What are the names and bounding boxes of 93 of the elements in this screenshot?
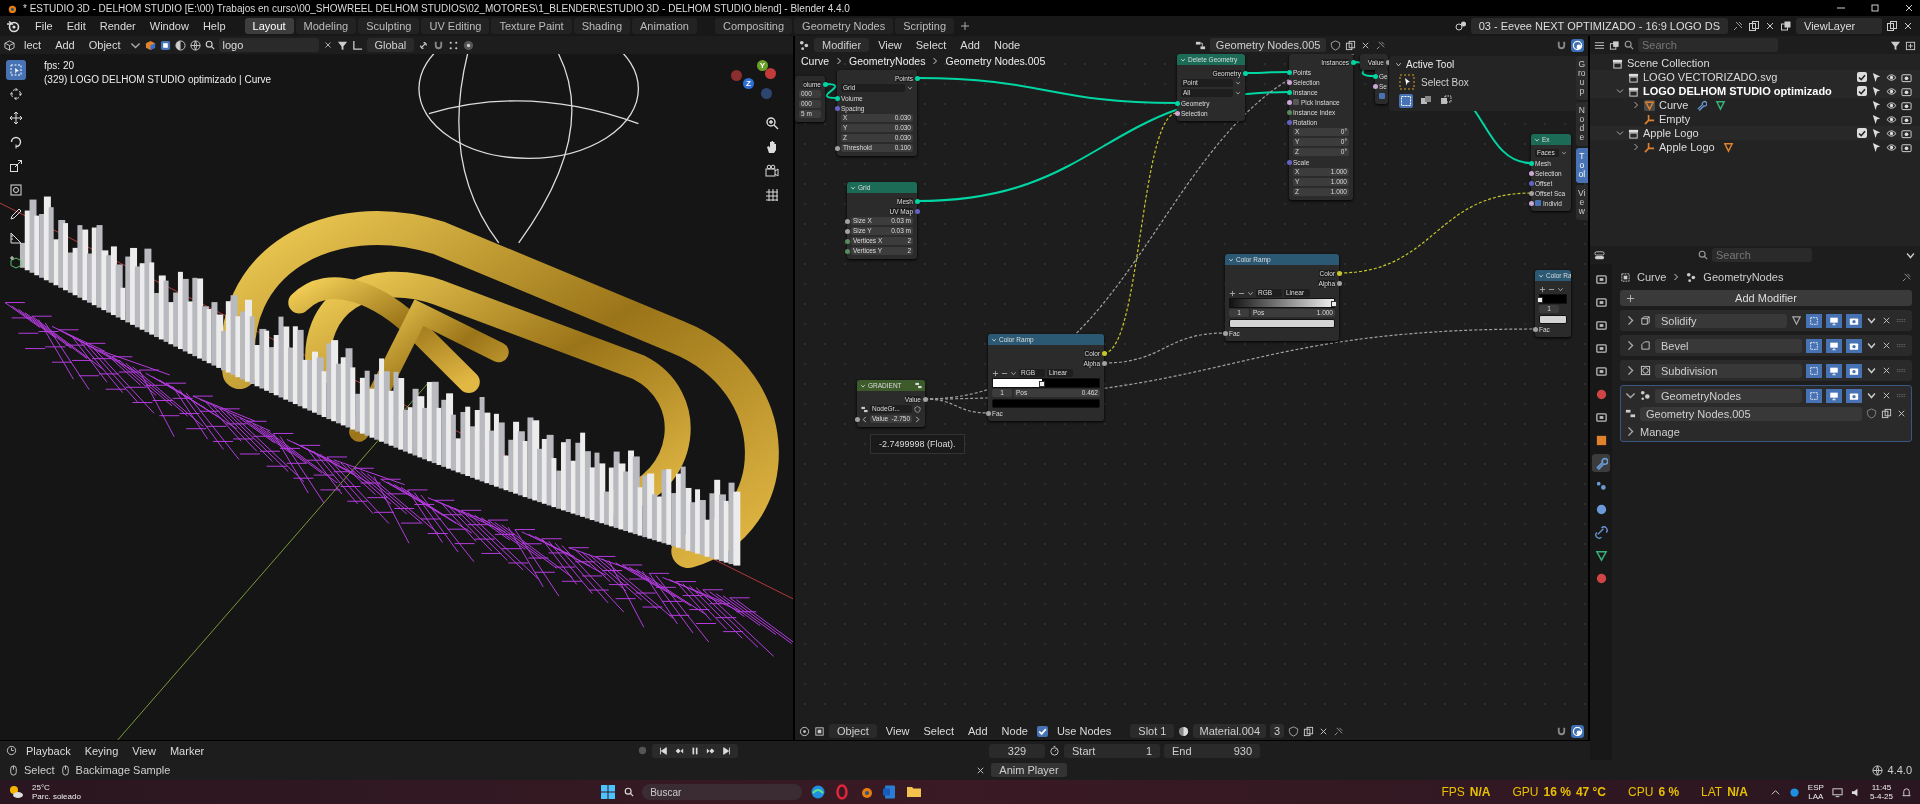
breadcrumb-item[interactable]: Geometry Nodes.005 <box>945 55 1046 67</box>
outliner-item-label[interactable]: Apple Logo <box>1659 141 1715 153</box>
clock-time[interactable]: 11:45 <box>1871 783 1892 792</box>
job-progress-label[interactable]: Anim Player <box>991 763 1067 777</box>
workspace-tab[interactable]: Modeling <box>295 18 357 34</box>
stat-label: GPU <box>1512 785 1539 799</box>
modifier-name-field[interactable]: Subdivision <box>1655 363 1802 378</box>
version-label: 4.4.0 <box>1887 764 1912 776</box>
menu-item[interactable]: Select <box>918 724 960 738</box>
search-field[interactable]: Search <box>1638 38 1778 52</box>
scene-field[interactable]: 03 - Eevee NEXT OPTIMIZADO - 16:9 LOGO DS <box>1470 18 1728 34</box>
menu-item[interactable]: lect <box>19 38 47 52</box>
weather-summary[interactable]: Parc. soleado <box>32 792 81 801</box>
outliner-item-label[interactable]: Apple Logo <box>1643 127 1699 139</box>
modifier-name-field[interactable]: Bevel <box>1655 338 1802 353</box>
node-tree-field[interactable]: Geometry Nodes.005 <box>1209 38 1327 52</box>
status-hint: Select <box>24 764 55 776</box>
breadcrumb-item[interactable]: Curve <box>801 55 829 67</box>
axis-label[interactable]: Z <box>743 78 754 89</box>
input-language[interactable]: ESP <box>1807 783 1824 792</box>
menu-item[interactable]: View <box>127 743 161 758</box>
node-tree-field[interactable]: Geometry Nodes.005 <box>1640 406 1862 421</box>
start-frame-field[interactable]: Start 1 <box>1064 743 1160 758</box>
outliner-item-label[interactable]: Scene Collection <box>1627 57 1710 69</box>
breadcrumb-item: Curve <box>1637 271 1667 283</box>
object-type-dropdown[interactable]: Object <box>829 724 877 738</box>
sidebar-tab[interactable]: View <box>1575 185 1588 220</box>
panel-title[interactable]: Active Tool <box>1406 59 1455 70</box>
temperature[interactable]: 25°C <box>32 783 81 792</box>
clock-date[interactable]: 5-4-25 <box>1869 792 1893 801</box>
outliner-item-label[interactable]: Empty <box>1659 113 1691 125</box>
object-info: (329) LOGO DELHOM STUDIO optimizado | Curve <box>44 74 272 85</box>
end-frame-field[interactable]: End 930 <box>1164 743 1260 758</box>
menu-item[interactable]: View <box>873 38 907 52</box>
stat-label: LAT <box>1701 785 1723 799</box>
modifier-name-field[interactable]: Solidify <box>1655 313 1787 328</box>
menu-item[interactable]: Node <box>988 38 1026 52</box>
menu-item[interactable]: Add <box>955 38 985 52</box>
user-count[interactable]: 3 <box>1270 724 1285 738</box>
search-field[interactable]: logo <box>218 38 319 52</box>
tool-name: Select Box <box>1421 76 1469 88</box>
workspace-tab[interactable]: Scripting <box>895 18 955 34</box>
menu-item[interactable]: Add <box>50 38 80 52</box>
stat-value: 6 % <box>1658 785 1680 799</box>
sidebar-tab[interactable]: Tool <box>1575 148 1588 183</box>
menu-item[interactable]: Playback <box>21 743 76 758</box>
menu-item[interactable]: Object <box>83 38 126 52</box>
fps-readout: fps: 20 <box>44 60 76 71</box>
current-frame-field[interactable]: 329 <box>989 743 1045 758</box>
menu-item[interactable]: Window <box>144 19 194 33</box>
slot-dropdown[interactable]: Slot 1 <box>1130 724 1175 738</box>
status-hint: Backimage Sample <box>75 764 171 776</box>
taskbar-search-field[interactable]: Buscar <box>642 784 803 800</box>
workspace-tab[interactable]: Compositing <box>714 18 793 34</box>
stat-value: N/A <box>1727 785 1748 799</box>
menu-item[interactable]: Select <box>910 38 952 52</box>
workspace-tab[interactable]: UV Editing <box>421 18 490 34</box>
outliner-item-label[interactable]: Curve <box>1659 99 1689 111</box>
menu-item[interactable]: Render <box>94 19 141 33</box>
workspace-tab[interactable]: Shading <box>573 18 631 34</box>
workspace-tab[interactable]: Layout <box>244 18 294 34</box>
stat-value: 16 % <box>1543 785 1571 799</box>
checkbox-label[interactable]: Use Nodes <box>1051 724 1117 738</box>
orientation-dropdown[interactable]: Global <box>366 38 415 52</box>
workspace-tab[interactable]: Sculpting <box>358 18 420 34</box>
menu-item[interactable]: View <box>880 724 915 738</box>
window-title: * ESTUDIO 3D - DELHOM STUDIO [E:\00) Trabajos en curso\00_SHOWREEL DELHOM STUDIOS\02_MOTORES\1_BLENDER\ESTUDIO 3D - DELHOM STUDIO.blend] - Blender 4.4.0 <box>23 2 850 14</box>
breadcrumb-item: GeometryNodes <box>1703 271 1784 283</box>
tooltip: -2.7499998 (Float). <box>870 434 965 454</box>
material-field[interactable]: Material.004 <box>1193 724 1266 738</box>
sidebar-tab[interactable]: Node <box>1575 102 1588 146</box>
stat-label: FPS <box>1441 785 1465 799</box>
menu-item[interactable]: Add <box>963 724 993 738</box>
menu-item[interactable]: Keying <box>79 743 124 758</box>
stat-value: 47 °C <box>1575 785 1607 799</box>
keyboard-layout[interactable]: LAA <box>1808 792 1824 801</box>
stat-label: CPU <box>1628 785 1654 799</box>
workspace-tab[interactable]: Animation <box>632 18 697 34</box>
section-label[interactable]: Manage <box>1640 425 1680 438</box>
menu-item[interactable]: Marker <box>164 743 210 758</box>
add-modifier-button[interactable]: Add Modifier <box>1620 290 1912 306</box>
view-layer-field[interactable]: ViewLayer <box>1796 18 1882 34</box>
editor-mode-dropdown[interactable]: Modifier <box>814 38 870 52</box>
menu-item[interactable]: Help <box>197 19 231 33</box>
workspace-tab[interactable]: Texture Paint <box>491 18 572 34</box>
modifier-name-field[interactable]: GeometryNodes <box>1655 388 1802 403</box>
breadcrumb-item[interactable]: GeometryNodes <box>849 55 926 67</box>
search-field[interactable]: Search <box>1712 248 1812 262</box>
workspace-tab[interactable]: Geometry Nodes <box>794 18 894 34</box>
menu-item[interactable]: Node <box>996 724 1033 738</box>
stat-value: N/A <box>1469 785 1491 799</box>
menu-item[interactable]: Edit <box>61 19 91 33</box>
menu-item[interactable]: File <box>30 19 58 33</box>
